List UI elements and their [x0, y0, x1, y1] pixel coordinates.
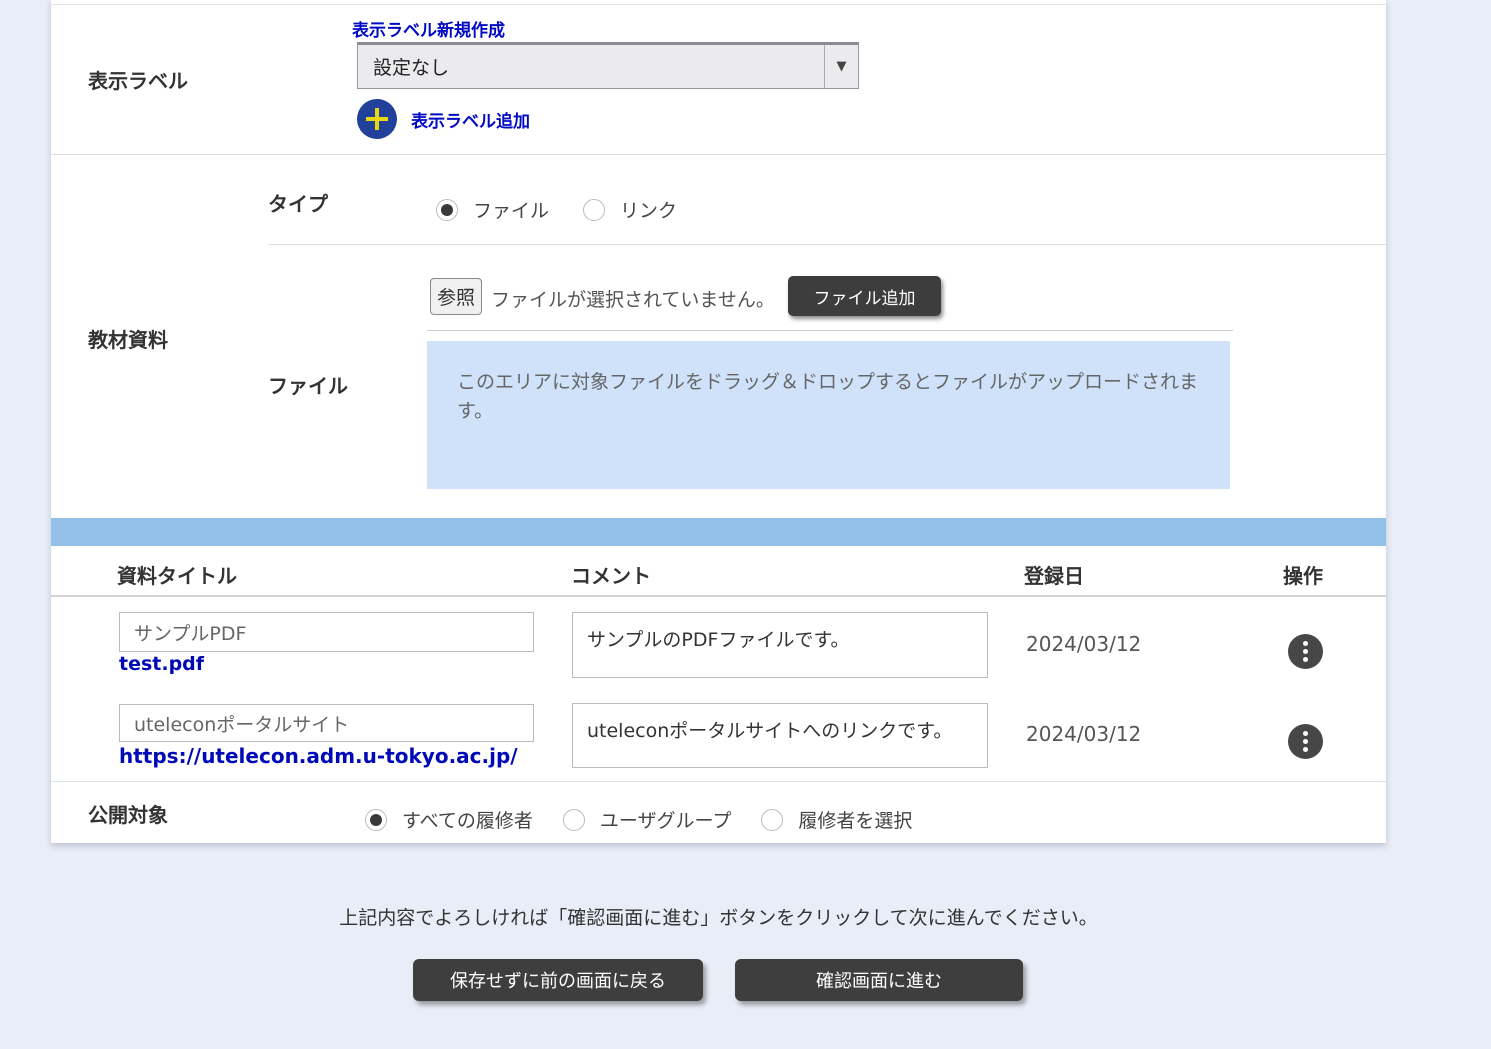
- kebab-dot: [1303, 641, 1308, 646]
- radio-unselected-icon[interactable]: [761, 809, 783, 831]
- file-dropzone[interactable]: このエリアに対象ファイルをドラッグ＆ドロップするとファイルがアップロードされます…: [427, 341, 1230, 489]
- radio-unselected-icon[interactable]: [583, 199, 605, 221]
- publish-radio-group: すべての履修者 ユーザグループ 履修者を選択: [365, 806, 912, 833]
- display-label-select-value: 設定なし: [358, 53, 824, 80]
- divider: [268, 244, 1386, 245]
- radio-select-students[interactable]: 履修者を選択: [761, 806, 912, 833]
- add-file-button[interactable]: ファイル追加: [788, 276, 941, 316]
- type-row-label: タイプ: [268, 188, 328, 217]
- radio-select-students-label: 履修者を選択: [798, 806, 912, 833]
- go-to-confirm-button[interactable]: 確認画面に進む: [735, 959, 1023, 1001]
- radio-selected-icon[interactable]: [365, 809, 387, 831]
- material-section-label: 教材資料: [88, 324, 168, 353]
- material-date: 2024/03/12: [1026, 632, 1141, 656]
- kebab-dot: [1303, 649, 1308, 654]
- kebab-dot: [1303, 657, 1308, 662]
- material-date: 2024/03/12: [1026, 722, 1141, 746]
- kebab-dot: [1303, 731, 1308, 736]
- display-label-row-label: 表示ラベル: [88, 65, 188, 94]
- materials-form-panel: 表示ラベル 表示ラベル新規作成 設定なし ▼ 表示ラベル追加 教材資料 タイプ …: [51, 0, 1386, 843]
- material-comment-text: uteleconポータルサイトへのリンクです。: [587, 720, 952, 742]
- material-title-input[interactable]: [119, 612, 534, 652]
- header-operation: 操作: [1283, 560, 1323, 589]
- no-file-selected-text: ファイルが選択されていません。: [491, 285, 775, 312]
- radio-selected-icon[interactable]: [436, 199, 458, 221]
- type-radio-group: ファイル リンク: [436, 196, 677, 223]
- material-comment-box[interactable]: サンプルのPDFファイルです。: [572, 612, 988, 678]
- radio-user-group-label: ユーザグループ: [600, 806, 731, 833]
- radio-type-file[interactable]: ファイル: [436, 196, 549, 223]
- select-arrow-button[interactable]: ▼: [824, 45, 858, 88]
- material-url-link[interactable]: https://utelecon.adm.u-tokyo.ac.jp/: [119, 744, 518, 768]
- kebab-dot: [1303, 739, 1308, 744]
- radio-all-students[interactable]: すべての履修者: [365, 806, 533, 833]
- browse-file-button[interactable]: 参照: [430, 278, 482, 315]
- add-display-label-button[interactable]: 表示ラベル追加: [357, 99, 530, 139]
- row-actions-menu-button[interactable]: [1288, 634, 1323, 669]
- radio-type-link-label: リンク: [620, 196, 677, 223]
- material-comment-text: サンプルのPDFファイルです。: [587, 629, 850, 651]
- radio-unselected-icon[interactable]: [563, 809, 585, 831]
- radio-type-file-label: ファイル: [473, 196, 549, 223]
- kebab-dot: [1303, 747, 1308, 752]
- row-actions-menu-button[interactable]: [1288, 724, 1323, 759]
- plus-icon: [357, 99, 397, 139]
- header-comment: コメント: [571, 560, 651, 589]
- chevron-down-icon: ▼: [837, 59, 847, 74]
- add-display-label-link[interactable]: 表示ラベル追加: [411, 107, 530, 132]
- back-without-save-button[interactable]: 保存せずに前の画面に戻る: [413, 959, 703, 1001]
- display-label-select[interactable]: 設定なし ▼: [357, 42, 859, 89]
- confirmation-instruction: 上記内容でよろしければ「確認画面に進む」ボタンをクリックして次に進んでください。: [51, 903, 1386, 930]
- dropzone-text: このエリアに対象ファイルをドラッグ＆ドロップするとファイルがアップロードされます…: [457, 371, 1198, 422]
- header-date: 登録日: [1024, 560, 1084, 589]
- create-display-label-link[interactable]: 表示ラベル新規作成: [352, 16, 505, 41]
- radio-user-group[interactable]: ユーザグループ: [563, 806, 731, 833]
- table-top-band: [51, 518, 1386, 546]
- divider: [51, 4, 1386, 5]
- material-comment-box[interactable]: uteleconポータルサイトへのリンクです。: [572, 703, 988, 768]
- divider: [51, 154, 1386, 155]
- divider: [427, 330, 1233, 331]
- material-title-input[interactable]: [119, 704, 534, 742]
- material-file-link[interactable]: test.pdf: [119, 653, 204, 675]
- radio-type-link[interactable]: リンク: [583, 196, 677, 223]
- publish-row-label: 公開対象: [88, 799, 168, 828]
- divider: [51, 781, 1386, 782]
- header-title: 資料タイトル: [117, 560, 237, 589]
- divider: [51, 595, 1386, 597]
- radio-all-students-label: すべての履修者: [402, 806, 533, 833]
- file-row-label: ファイル: [268, 370, 348, 399]
